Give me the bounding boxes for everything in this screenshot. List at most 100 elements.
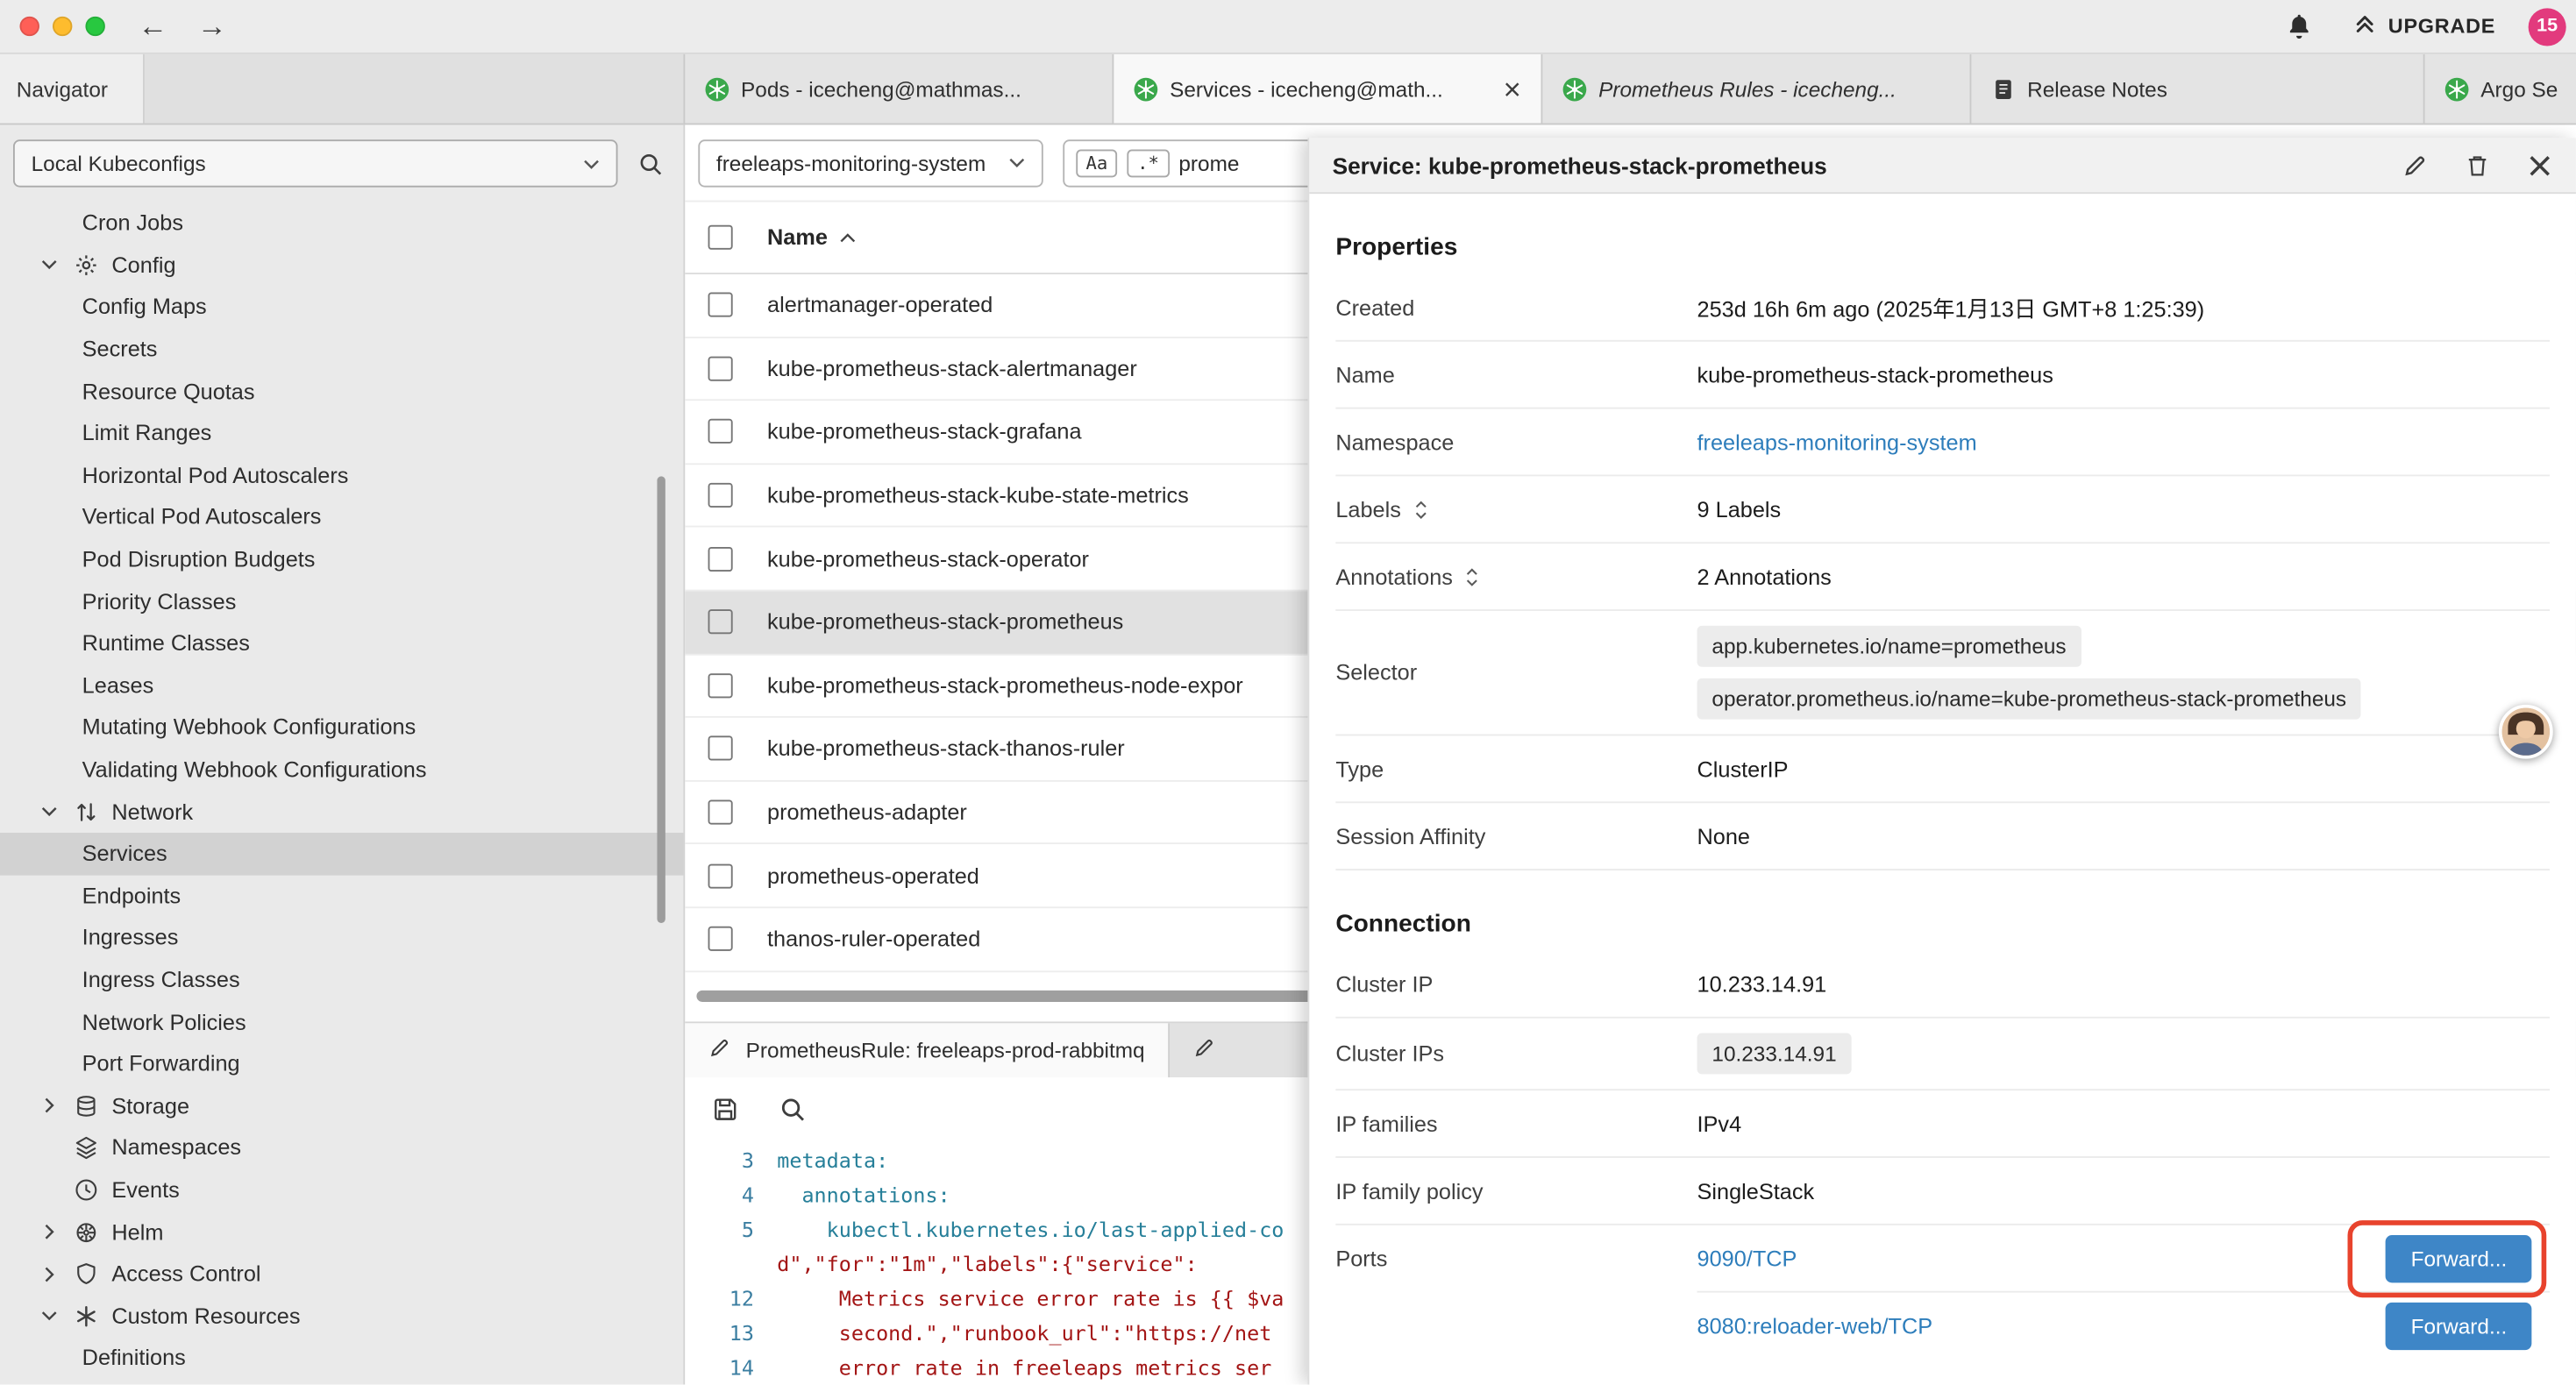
sort-ascending-icon[interactable] — [839, 232, 856, 242]
namespace-selector-value: freeleaps-monitoring-system — [716, 150, 986, 174]
minimize-window-button[interactable] — [53, 17, 72, 36]
user-avatar[interactable] — [2499, 705, 2553, 759]
sidebar-item-label: Pod Disruption Budgets — [82, 547, 316, 572]
connection-section-heading: Connection — [1335, 910, 2550, 938]
sidebar-item-label: Cron Jobs — [82, 210, 183, 235]
events-icon — [72, 1176, 98, 1203]
sidebar-item[interactable]: Port Forwarding — [0, 1043, 683, 1085]
tab[interactable]: Services - icecheng@math... — [1114, 54, 1542, 124]
sidebar-item[interactable]: Definitions — [0, 1337, 683, 1379]
notifications-bell-icon[interactable] — [2285, 12, 2313, 40]
expand-chevron-icon[interactable] — [39, 1311, 59, 1321]
sidebar-item-label: Helm — [111, 1219, 163, 1244]
namespace-link[interactable]: freeleaps-monitoring-system — [1697, 430, 1977, 454]
sidebar-item[interactable]: Mutating Webhook Configurations — [0, 707, 683, 749]
service-name: kube-prometheus-stack-prometheus-node-ex… — [767, 673, 1243, 698]
expand-chevron-icon[interactable] — [39, 1101, 59, 1111]
sidebar-search-icon[interactable] — [637, 150, 664, 176]
sidebar-item[interactable]: Network Policies — [0, 1001, 683, 1043]
row-checkbox[interactable] — [708, 546, 733, 571]
row-checkbox[interactable] — [708, 736, 733, 761]
row-checkbox[interactable] — [708, 293, 733, 317]
port-link[interactable]: 9090/TCP — [1697, 1246, 1797, 1270]
close-drawer-icon[interactable] — [2527, 152, 2553, 178]
expand-chevron-icon[interactable] — [39, 260, 59, 270]
name-column-header[interactable]: Name — [767, 225, 828, 250]
created-value: 253d 16h 6m ago (2025年1月13日 GMT+8 1:25:3… — [1697, 291, 2550, 323]
sidebar-item[interactable]: Custom Resources — [0, 1295, 683, 1337]
sidebar-item[interactable]: Horizontal Pod Autoscalers — [0, 454, 683, 496]
row-checkbox[interactable] — [708, 673, 733, 698]
forward-button[interactable]: Forward... — [2387, 1234, 2532, 1282]
sidebar-item[interactable]: Config Maps — [0, 286, 683, 328]
sidebar-item[interactable]: Vertical Pod Autoscalers — [0, 496, 683, 538]
sidebar-item[interactable]: Limit Ranges — [0, 412, 683, 454]
row-checkbox[interactable] — [708, 610, 733, 635]
expand-chevron-icon[interactable] — [39, 806, 59, 816]
created-row: Created 253d 16h 6m ago (2025年1月13日 GMT+… — [1335, 274, 2550, 342]
save-icon[interactable] — [711, 1096, 739, 1124]
sidebar-item[interactable]: Helm — [0, 1211, 683, 1253]
back-button[interactable]: ← — [138, 11, 167, 41]
sidebar-item-label: Config — [111, 252, 175, 277]
dock-tab[interactable]: PrometheusRule: freeleaps-prod-rabbitmq — [685, 1022, 1169, 1076]
tab[interactable]: Argo Se — [2425, 54, 2576, 124]
row-checkbox[interactable] — [708, 483, 733, 508]
sidebar-item[interactable]: Config — [0, 244, 683, 286]
delete-icon[interactable] — [2465, 152, 2491, 178]
editor-search-icon[interactable] — [779, 1096, 807, 1124]
tab[interactable]: Release Notes — [1971, 54, 2424, 124]
sidebar-item[interactable]: Network — [0, 791, 683, 833]
row-checkbox[interactable] — [708, 863, 733, 888]
port-link[interactable]: 8080:reloader-web/TCP — [1697, 1314, 1933, 1339]
edit-icon[interactable] — [2402, 152, 2428, 178]
row-checkbox[interactable] — [708, 927, 733, 951]
sidebar-item[interactable]: Leases — [0, 664, 683, 707]
sidebar-item[interactable]: Cron Jobs — [0, 202, 683, 244]
sidebar-item[interactable]: Services — [0, 833, 683, 875]
match-case-button[interactable]: Aa — [1076, 149, 1117, 177]
kubeconfig-selector[interactable]: Local Kubeconfigs — [13, 139, 618, 187]
sidebar-item[interactable]: Secrets — [0, 328, 683, 370]
zoom-window-button[interactable] — [85, 17, 104, 36]
sidebar-item[interactable]: Ingress Classes — [0, 959, 683, 1001]
row-checkbox[interactable] — [708, 800, 733, 825]
select-all-checkbox[interactable] — [708, 225, 733, 250]
upgrade-button[interactable]: UPGRADE — [2352, 11, 2496, 41]
line-number: 3 — [685, 1142, 777, 1176]
regex-button[interactable]: .* — [1128, 149, 1169, 177]
expand-chevron-icon[interactable] — [39, 1227, 59, 1237]
tab[interactable]: Prometheus Rules - icecheng... — [1542, 54, 1971, 124]
line-number — [685, 1246, 777, 1280]
labels-toggle-icon[interactable] — [1413, 499, 1429, 520]
row-checkbox[interactable] — [708, 420, 733, 444]
sidebar-item[interactable]: Events — [0, 1168, 683, 1211]
annotations-toggle-icon[interactable] — [1464, 565, 1481, 586]
forward-button[interactable]: → — [197, 11, 227, 41]
sidebar-item[interactable]: Namespaces — [0, 1126, 683, 1168]
sidebar-item[interactable]: Runtime Classes — [0, 622, 683, 664]
row-checkbox[interactable] — [708, 356, 733, 380]
forward-button[interactable]: Forward... — [2387, 1303, 2532, 1350]
sidebar-item[interactable]: Storage — [0, 1085, 683, 1127]
cluster-ips-row: Cluster IPs 10.233.14.91 — [1335, 1019, 2550, 1090]
sidebar-item-label: Events — [111, 1177, 179, 1202]
cluster-ip-value: 10.233.14.91 — [1697, 971, 2550, 996]
sidebar-item[interactable]: Priority Classes — [0, 580, 683, 622]
namespace-selector[interactable]: freeleaps-monitoring-system — [698, 138, 1042, 186]
sidebar-item[interactable]: Ingresses — [0, 917, 683, 959]
sidebar-scrollbar-thumb[interactable] — [657, 476, 665, 923]
notification-count-badge[interactable]: 15 — [2529, 7, 2566, 45]
close-window-button[interactable] — [19, 17, 39, 36]
sidebar-item[interactable]: Resource Quotas — [0, 370, 683, 412]
sidebar-item[interactable]: Validating Webhook Configurations — [0, 749, 683, 791]
tab[interactable]: Pods - icecheng@mathmas... — [685, 54, 1114, 124]
expand-chevron-icon[interactable] — [39, 1269, 59, 1279]
sidebar-item[interactable]: Access Control — [0, 1253, 683, 1295]
labels-label: Labels — [1335, 497, 1401, 522]
sidebar-toolbar: Local Kubeconfigs — [0, 124, 683, 202]
close-tab-icon[interactable] — [1503, 80, 1521, 98]
navigator-header-strip: Navigator — [0, 54, 685, 124]
sidebar-item[interactable]: Pod Disruption Budgets — [0, 538, 683, 580]
sidebar-item[interactable]: Endpoints — [0, 875, 683, 917]
